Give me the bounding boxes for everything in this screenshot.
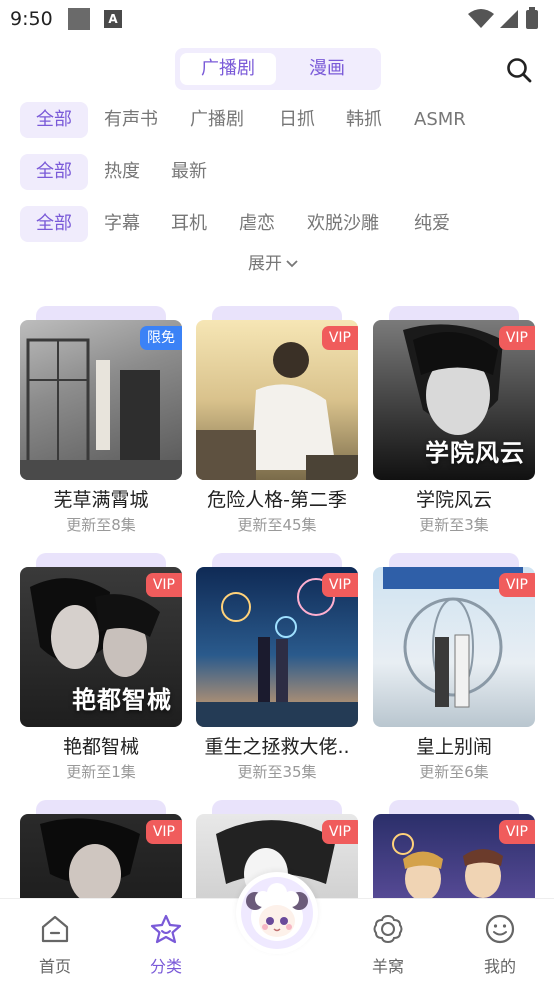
cover-image: 限免: [20, 320, 182, 480]
content-type-tabs: 广播剧 漫画: [175, 48, 381, 90]
card-title: 学院风云: [415, 489, 492, 511]
notification-square-icon: [68, 8, 90, 30]
card-episode-count: 更新至3集: [419, 516, 489, 534]
expand-label: 展开: [248, 254, 282, 274]
filter-chip-asmr[interactable]: ASMR: [414, 102, 466, 138]
battery-icon: [526, 10, 538, 29]
expand-filters-button[interactable]: 展开: [248, 252, 298, 276]
filter-chip-japanese[interactable]: 日抓: [279, 102, 315, 138]
filter-chip-latest[interactable]: 最新: [171, 154, 207, 190]
filter-chip-angst[interactable]: 虐恋: [239, 206, 275, 242]
filter-chip-korean[interactable]: 韩抓: [346, 102, 382, 138]
filter-chip-subtitles[interactable]: 字幕: [104, 206, 140, 242]
card-tab-decoration: [36, 800, 166, 814]
filter-chip-audiobook[interactable]: 有声书: [104, 102, 158, 138]
vip-badge: VIP: [145, 573, 182, 597]
status-bar: 9:50 A: [0, 0, 554, 40]
card-episode-count: 更新至6集: [419, 763, 489, 781]
chevron-down-icon: [286, 260, 298, 268]
cover-title-overlay: 学院风云: [425, 439, 525, 467]
status-time: 9:50: [10, 8, 53, 30]
card-tab-decoration: [212, 553, 342, 567]
cover-title-overlay: 艳都智械: [72, 686, 172, 714]
accessibility-icon: A: [104, 10, 122, 28]
cover-image: VIP: [373, 567, 535, 727]
cover-image: VIP: [196, 567, 358, 727]
card-tab-decoration: [36, 306, 166, 320]
home-icon: [41, 915, 69, 943]
card-tab-decoration: [389, 800, 519, 814]
card-title: 危险人格-第二季: [207, 489, 347, 511]
tab-radio-drama[interactable]: 广播剧: [180, 53, 276, 85]
filter-row-category: 全部 有声书 广播剧 日抓 韩抓 ASMR: [20, 102, 540, 138]
nav-sheep-den-label: 羊窝: [371, 957, 404, 976]
mascot-center-button[interactable]: [236, 872, 318, 954]
filter-chip-all[interactable]: 全部: [20, 154, 88, 190]
filter-chip-comedy[interactable]: 欢脱沙雕: [307, 206, 379, 242]
nav-profile-label: 我的: [483, 957, 516, 976]
nav-sheep-den[interactable]: 羊窝: [348, 899, 428, 984]
status-icons: [468, 7, 538, 29]
card-tab-decoration: [36, 553, 166, 567]
card-tab-decoration: [212, 306, 342, 320]
signal-icon: [500, 10, 518, 28]
smiley-icon: [485, 914, 515, 944]
nav-home[interactable]: 首页: [15, 899, 95, 984]
card-episode-count: 更新至45集: [237, 516, 317, 534]
card-title: 重生之拯救大佬..: [204, 736, 350, 758]
free-badge: 限免: [140, 326, 182, 350]
vip-badge: VIP: [498, 820, 535, 844]
vip-badge: VIP: [145, 820, 182, 844]
flower-icon: [373, 914, 403, 944]
mascot-avatar: [241, 877, 313, 949]
card-title: 艳都智械: [62, 736, 139, 758]
card-title: 芜草满霄城: [53, 489, 149, 511]
filter-row-tags: 全部 字幕 耳机 虐恋 欢脱沙雕 纯爱: [20, 206, 540, 242]
card-episode-count: 更新至1集: [66, 763, 136, 781]
filter-chip-hot[interactable]: 热度: [104, 154, 140, 190]
filter-row-sort: 全部 热度 最新: [20, 154, 320, 190]
nav-category-label: 分类: [149, 957, 182, 976]
card-tab-decoration: [389, 553, 519, 567]
vip-badge: VIP: [321, 326, 358, 350]
filter-chip-all[interactable]: 全部: [20, 206, 88, 242]
cover-image: VIP: [196, 320, 358, 480]
cover-image: 艳都智械 VIP: [20, 567, 182, 727]
filter-chip-headphones[interactable]: 耳机: [171, 206, 207, 242]
vip-badge: VIP: [321, 573, 358, 597]
tab-comics[interactable]: 漫画: [279, 53, 375, 85]
wifi-icon: [468, 9, 494, 28]
cover-image: 学院风云 VIP: [373, 320, 535, 480]
filter-chip-all[interactable]: 全部: [20, 102, 88, 138]
card-episode-count: 更新至35集: [237, 763, 317, 781]
card-tab-decoration: [389, 306, 519, 320]
search-icon[interactable]: [506, 57, 532, 83]
card-tab-decoration: [212, 800, 342, 814]
category-star-icon: [150, 914, 182, 944]
vip-badge: VIP: [498, 573, 535, 597]
vip-badge: VIP: [321, 820, 358, 844]
nav-home-label: 首页: [38, 957, 71, 976]
nav-profile[interactable]: 我的: [460, 899, 540, 984]
nav-category[interactable]: 分类: [126, 899, 206, 984]
filter-chip-pure-love[interactable]: 纯爱: [414, 206, 450, 242]
card-title: 皇上别闹: [415, 736, 492, 758]
vip-badge: VIP: [498, 326, 535, 350]
filter-chip-radio-drama[interactable]: 广播剧: [190, 102, 244, 138]
card-episode-count: 更新至8集: [66, 516, 136, 534]
